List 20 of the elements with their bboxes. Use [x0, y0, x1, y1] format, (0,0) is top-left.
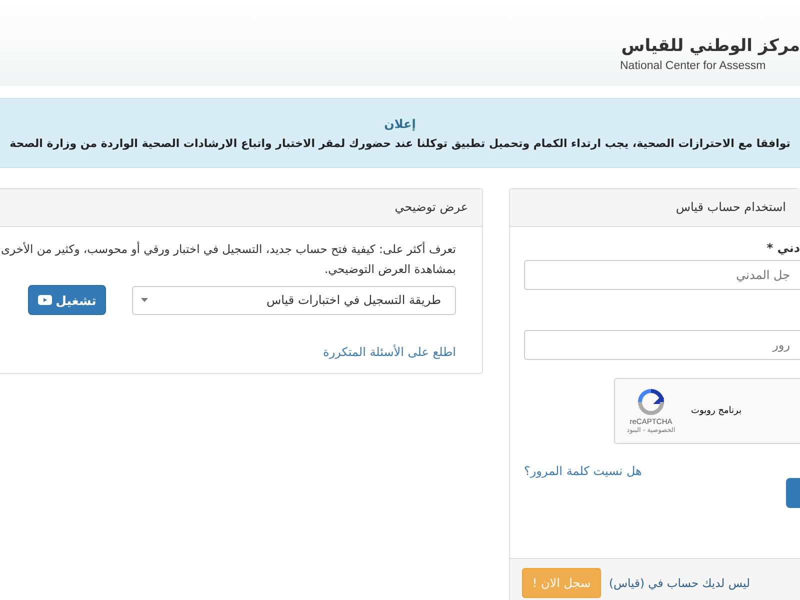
- id-input-field[interactable]: جل المدني: [524, 260, 800, 290]
- panel-heading: استخدام حساب قياس: [510, 189, 800, 227]
- captcha-label: برنامج روبوت: [691, 406, 742, 416]
- forgot-password-link[interactable]: هل نسيت كلمة المرور؟: [524, 464, 642, 478]
- logo-subtitle: National Center for Assessm: [620, 60, 767, 72]
- caret-icon: [141, 298, 148, 302]
- no-account-text: ليس لديك حساب في (قياس): [609, 576, 750, 590]
- logo-title: مركز الوطني للقياس: [621, 35, 800, 58]
- recaptcha-icon: [638, 388, 664, 414]
- panel-heading: عرض توضيحي: [0, 189, 482, 227]
- video-select[interactable]: طريقة التسجيل في اختبارات قياس: [132, 286, 456, 314]
- faq-link[interactable]: اطلع على الأسئلة المتكررة: [323, 345, 456, 359]
- video-icon: [38, 295, 52, 305]
- announcement-title: إعلان: [384, 116, 416, 130]
- login-button[interactable]: [786, 478, 800, 508]
- id-label: دني *: [766, 241, 800, 255]
- password-input-field[interactable]: رور: [524, 330, 800, 360]
- play-button[interactable]: تشغيل: [28, 285, 106, 315]
- announcement-text: توافقا مع الاحترازات الصحية، يجب ارتداء الكمام وتحميل تطبيق توكلنا عند حضورك لمقر الاختبار واتباع الارشادات الصحية الواردة من وزارة الصحة: [10, 136, 790, 150]
- demo-description: تعرف أكثر على: كيفية فتح حساب جديد، التسجيل في اختبار ورقي أو محوسب، وكثير من الأخرى بمشاهدة العرض التوضيحي.: [0, 240, 456, 278]
